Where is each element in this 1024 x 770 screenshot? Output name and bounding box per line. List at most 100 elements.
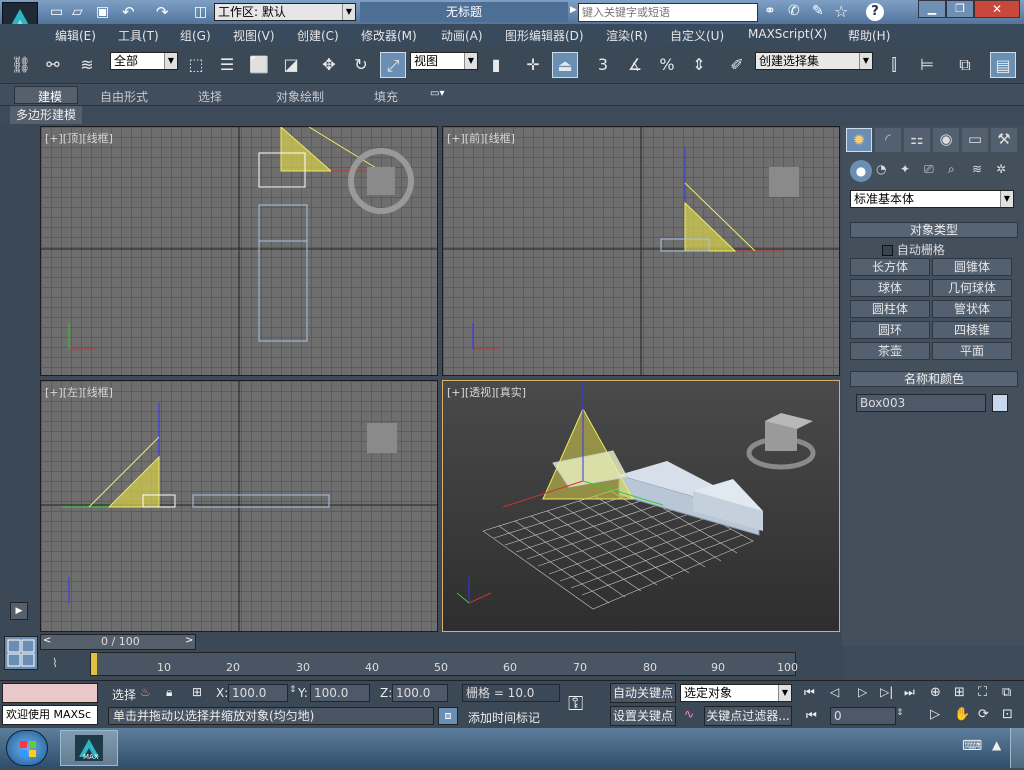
window-crossing-icon[interactable]: ◪ <box>278 52 304 78</box>
cone-button[interactable]: 圆锥体 <box>932 258 1012 276</box>
viewport-front[interactable]: [+][前][线框] <box>442 126 840 376</box>
menu-customize[interactable]: 自定义(U) <box>670 27 724 44</box>
geosphere-button[interactable]: 几何球体 <box>932 279 1012 297</box>
goto-end-icon[interactable]: ⏭ <box>904 685 915 700</box>
layer-manager-icon[interactable]: ⧉ <box>952 52 978 78</box>
key-mode-icon[interactable]: ⏮ <box>806 708 817 723</box>
create-tab-icon[interactable]: ✹ <box>846 128 872 152</box>
unlink-icon[interactable]: ⚯ <box>40 52 66 78</box>
time-cursor[interactable] <box>91 653 97 675</box>
lock-icon[interactable]: 🔒︎ <box>166 685 172 700</box>
cylinder-button[interactable]: 圆柱体 <box>850 300 930 318</box>
set-key-button[interactable]: 设置关键点 <box>610 706 676 726</box>
selection-filter-dropdown[interactable]: 全部 ▼ <box>110 52 178 70</box>
ribbon-tab-populate[interactable]: 填充 <box>374 88 398 105</box>
modify-tab-icon[interactable]: ◜ <box>875 128 901 152</box>
open-file-icon[interactable]: ▱ <box>72 4 83 20</box>
maximize-button[interactable]: ❐ <box>946 0 974 18</box>
systems-icon[interactable]: ✲ <box>996 162 1006 176</box>
rotate-icon[interactable]: ↻ <box>348 52 374 78</box>
binoculars-icon[interactable]: ⚭ <box>764 3 776 19</box>
ribbon-options-icon[interactable]: ▭▾ <box>430 88 444 99</box>
add-time-tag-label[interactable]: 添加时间标记 <box>468 709 540 726</box>
viewport-top[interactable]: [+][顶][线框] <box>40 126 438 376</box>
torus-button[interactable]: 圆环 <box>850 321 930 339</box>
tube-button[interactable]: 管状体 <box>932 300 1012 318</box>
orbit-icon[interactable]: ⟳ <box>978 707 989 722</box>
ribbon-tab-object-paint[interactable]: 对象绘制 <box>276 88 324 105</box>
menu-rendering[interactable]: 渲染(R) <box>606 27 648 44</box>
y-coord-field[interactable]: 100.0 <box>310 684 370 702</box>
keyboard-icon[interactable]: ⌨ <box>962 738 982 754</box>
graphite-toolbar-icon[interactable]: ▤ <box>990 52 1016 78</box>
menu-graph-editors[interactable]: 图形编辑器(D) <box>505 27 584 44</box>
menu-view[interactable]: 视图(V) <box>233 27 275 44</box>
hierarchy-tab-icon[interactable]: ⚏ <box>904 128 930 152</box>
viewport-left[interactable]: [+][左][线框] <box>40 380 438 632</box>
menu-modifiers[interactable]: 修改器(M) <box>361 27 417 44</box>
spacewarps-icon[interactable]: ≋ <box>972 162 982 176</box>
time-tag-icon[interactable]: ⧈ <box>438 707 458 725</box>
menu-group[interactable]: 组(G) <box>180 27 211 44</box>
helpers-icon[interactable]: ⌕ <box>948 162 955 177</box>
zoom-extents-all-icon[interactable]: ⧉ <box>1002 685 1011 700</box>
next-frame-icon[interactable]: ▷| <box>880 685 893 699</box>
viewport-perspective[interactable]: [+][透视][真实] <box>442 380 840 632</box>
menu-help[interactable]: 帮助(H) <box>848 27 890 44</box>
curve-editor-icon[interactable]: ⌇ <box>52 656 58 670</box>
help-icon[interactable]: ? <box>866 3 884 21</box>
display-tab-icon[interactable]: ▭ <box>962 128 988 152</box>
pyramid-button[interactable]: 四棱锥 <box>932 321 1012 339</box>
tools-icon[interactable]: ✆ <box>788 3 800 19</box>
edit-named-selection-icon[interactable]: ✐ <box>724 52 750 78</box>
zoom-icon[interactable]: ⊕ <box>930 685 941 700</box>
prev-frame-icon[interactable]: ◁ <box>830 685 839 699</box>
lights-icon[interactable]: ✦ <box>900 162 910 176</box>
move-icon[interactable]: ✥ <box>316 52 342 78</box>
spinner-snap-icon[interactable]: ⇕ <box>686 52 712 78</box>
menu-animation[interactable]: 动画(A) <box>441 27 483 44</box>
object-color-swatch[interactable] <box>992 394 1008 412</box>
utilities-tab-icon[interactable]: ⚒ <box>991 128 1017 152</box>
key-filter-dropdown[interactable]: 选定对象 ▼ <box>680 684 792 702</box>
favorites-star-icon[interactable]: ☆ <box>834 2 848 21</box>
zoom-extents-icon[interactable]: ⛶ <box>978 685 987 700</box>
shapes-icon[interactable]: ◔ <box>876 162 886 176</box>
angle-snap-icon[interactable]: ∡ <box>622 52 648 78</box>
current-frame-field[interactable]: 0 <box>830 707 896 725</box>
box-button[interactable]: 长方体 <box>850 258 930 276</box>
maximize-viewport-icon[interactable]: ⊡ <box>1002 707 1013 722</box>
ribbon-tab-freeform[interactable]: 自由形式 <box>100 88 148 105</box>
zoom-all-icon[interactable]: ⊞ <box>954 685 965 700</box>
slider-prev-icon[interactable]: < <box>43 635 51 646</box>
x-coord-field[interactable]: 100.0 <box>228 684 288 702</box>
show-desktop-button[interactable] <box>1010 728 1024 768</box>
tray-arrow-icon[interactable]: ▲ <box>992 738 1001 752</box>
menu-tools[interactable]: 工具(T) <box>118 27 159 44</box>
search-input[interactable] <box>578 3 758 22</box>
menu-maxscript[interactable]: MAXScript(X) <box>748 27 827 41</box>
goto-start-icon[interactable]: ⏮ <box>804 685 815 700</box>
start-button[interactable] <box>6 730 48 766</box>
sphere-button[interactable]: 球体 <box>850 279 930 297</box>
keyboard-shortcut-override-icon[interactable]: ⏏ <box>552 52 578 78</box>
mirror-icon[interactable]: ⫿ <box>881 52 907 78</box>
align-icon[interactable]: ⊨ <box>914 52 940 78</box>
object-name-field[interactable]: Box003 <box>856 394 986 412</box>
communication-icon[interactable]: ✎ <box>812 3 824 19</box>
reference-coord-dropdown[interactable]: 视图 ▼ <box>410 52 478 70</box>
z-coord-field[interactable]: 100.0 <box>392 684 448 702</box>
undo-icon[interactable]: ↶ <box>122 3 135 21</box>
absolute-mode-icon[interactable]: ⊞ <box>192 685 202 699</box>
ribbon-tab-selection[interactable]: 选择 <box>198 88 222 105</box>
redo-icon[interactable]: ↷ <box>156 3 169 21</box>
ribbon-tab-modeling[interactable]: 建模 <box>38 88 62 105</box>
pan-icon[interactable]: ✋ <box>954 707 970 722</box>
isolate-icon[interactable]: ♨ <box>140 685 151 699</box>
set-key-icon[interactable]: ⚿ <box>568 691 604 721</box>
snaps-toggle-icon[interactable]: 3 <box>590 52 616 78</box>
menu-edit[interactable]: 编辑(E) <box>55 27 96 44</box>
slider-next-icon[interactable]: > <box>185 635 193 646</box>
save-file-icon[interactable]: ▣ <box>96 4 109 20</box>
project-folder-icon[interactable]: ◫ <box>194 4 207 20</box>
